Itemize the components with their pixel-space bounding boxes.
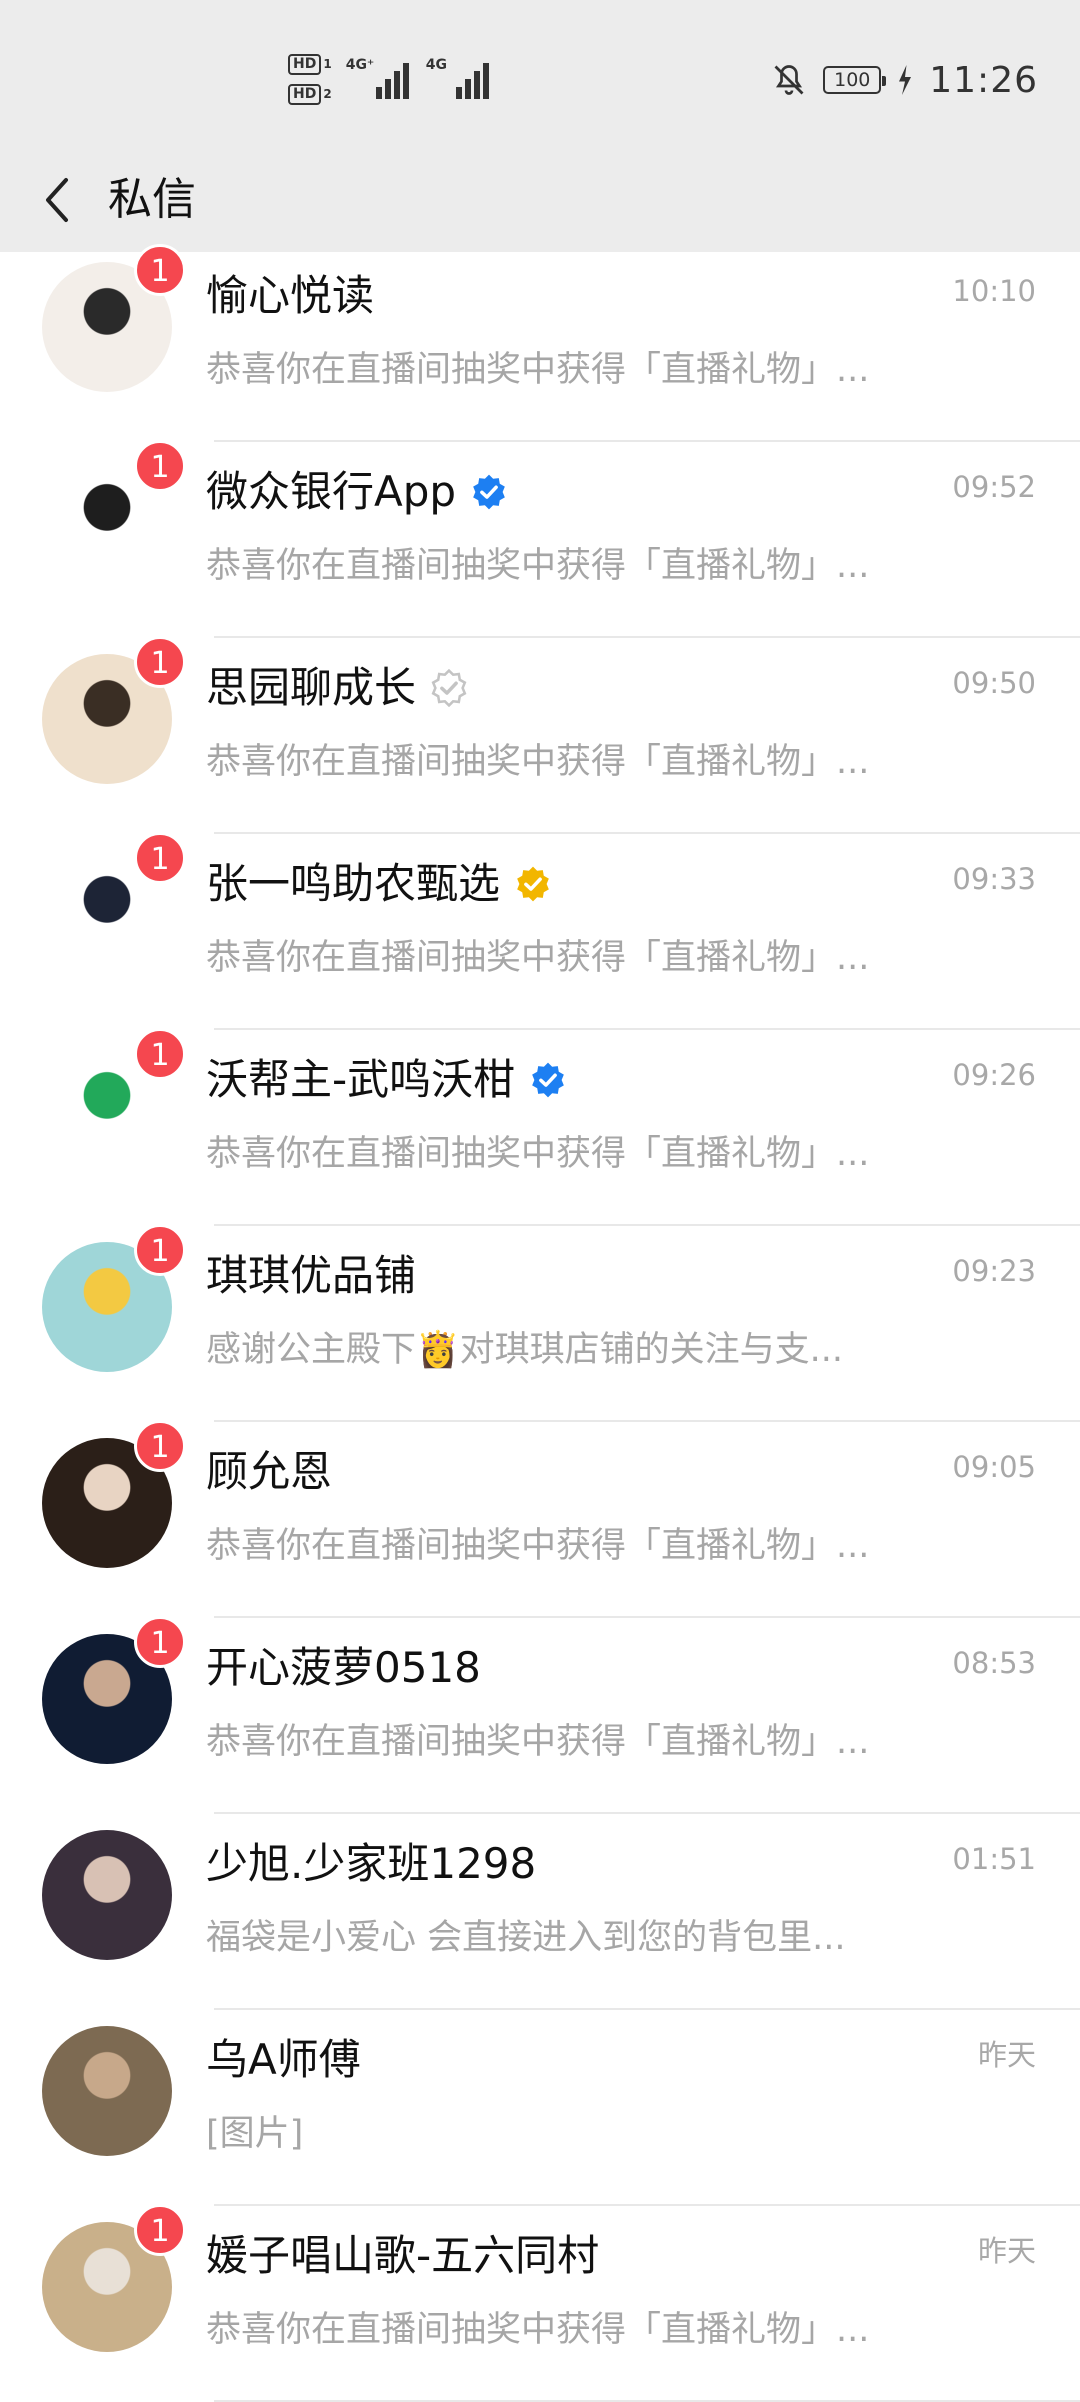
message-time: 09:50 bbox=[952, 666, 1036, 700]
top-bar: HD 1 HD 2 4G⁺ 4G 100 11:26 私信 bbox=[0, 0, 1080, 252]
conversation-name: 开心菠萝0518 bbox=[206, 1638, 481, 1698]
avatar[interactable] bbox=[42, 2026, 172, 2156]
conversation-name: 张一鸣助农甄选 bbox=[206, 854, 552, 914]
unread-badge: 1 bbox=[134, 440, 186, 492]
conversation-name-text: 微众银行App bbox=[206, 467, 457, 516]
conversation-name: 媛子唱山歌-五六同村 bbox=[206, 2226, 599, 2286]
message-time: 01:51 bbox=[952, 1842, 1036, 1876]
charging-icon bbox=[899, 65, 912, 95]
conversation-name: 思园聊成长 bbox=[206, 658, 468, 718]
conversation-name-text: 少旭.少家班1298 bbox=[206, 1839, 537, 1888]
message-preview: 福袋是小爱心 会直接进入到您的背包里... bbox=[206, 1918, 846, 1958]
unread-badge: 1 bbox=[134, 1616, 186, 1668]
conversation-name: 顾允恩 bbox=[206, 1442, 332, 1502]
message-preview: 恭喜你在直播间抽奖中获得「直播礼物」... bbox=[206, 1526, 870, 1566]
clock: 11:26 bbox=[929, 59, 1038, 101]
unread-badge: 1 bbox=[134, 2204, 186, 2256]
message-time: 09:26 bbox=[952, 1058, 1036, 1092]
conversation-row[interactable]: 乌A师傅 昨天 [图片] bbox=[0, 2010, 1080, 2206]
message-preview: [图片] bbox=[206, 2114, 304, 2154]
conversation-name-text: 顾允恩 bbox=[206, 1447, 333, 1496]
conversation-name-text: 思园聊成长 bbox=[206, 663, 417, 712]
conversation-name-text: 媛子唱山歌-五六同村 bbox=[206, 2231, 600, 2280]
message-time: 09:52 bbox=[952, 470, 1036, 504]
conversation-row[interactable]: 1 琪琪优品铺 09:23 感谢公主殿下👸对琪琪店铺的关注与支... bbox=[0, 1224, 1080, 1422]
conversation-name-text: 开心菠萝0518 bbox=[206, 1643, 481, 1692]
back-arrow-icon[interactable] bbox=[36, 170, 86, 230]
signal-icon-1: 4G⁺ bbox=[346, 57, 412, 99]
network-indicators: HD 1 HD 2 4G⁺ 4G bbox=[288, 48, 492, 110]
page-title: 私信 bbox=[108, 174, 196, 225]
unread-badge: 1 bbox=[134, 1420, 186, 1472]
hd-badge-2: HD 2 bbox=[288, 83, 332, 105]
message-time: 昨天 bbox=[977, 2038, 1036, 2072]
message-time: 08:53 bbox=[952, 1646, 1036, 1680]
status-bar: HD 1 HD 2 4G⁺ 4G 100 11:26 bbox=[0, 0, 1080, 150]
avatar[interactable] bbox=[42, 1830, 172, 1960]
conversation-row[interactable]: 少旭.少家班1298 01:51 福袋是小爱心 会直接进入到您的背包里... bbox=[0, 1814, 1080, 2010]
verified-badge-icon bbox=[473, 474, 505, 510]
conversation-row[interactable]: 1 顾允恩 09:05 恭喜你在直播间抽奖中获得「直播礼物」... bbox=[0, 1420, 1080, 1618]
message-preview: 恭喜你在直播间抽奖中获得「直播礼物」... bbox=[206, 2310, 870, 2350]
conversation-name: 琪琪优品铺 bbox=[206, 1246, 416, 1306]
status-right: 100 11:26 bbox=[771, 56, 1038, 104]
unread-badge: 1 bbox=[134, 244, 186, 296]
hd-badge-1: HD 1 bbox=[288, 53, 332, 75]
conversation-row[interactable]: 1 开心菠萝0518 08:53 恭喜你在直播间抽奖中获得「直播礼物」... bbox=[0, 1616, 1080, 1814]
verified-badge-icon bbox=[532, 1062, 564, 1098]
message-time: 昨天 bbox=[977, 2234, 1036, 2268]
message-time: 09:05 bbox=[952, 1450, 1036, 1484]
unread-badge: 1 bbox=[134, 1028, 186, 1080]
unread-badge: 1 bbox=[134, 636, 186, 688]
message-preview: 感谢公主殿下👸对琪琪店铺的关注与支... bbox=[206, 1330, 843, 1370]
message-time: 10:10 bbox=[952, 274, 1036, 308]
conversation-row[interactable]: 1 思园聊成长 09:50 恭喜你在直播间抽奖中获得「直播礼物」... bbox=[0, 636, 1080, 834]
conversation-name: 沃帮主-武鸣沃柑 bbox=[206, 1050, 567, 1110]
verified-badge-icon bbox=[517, 866, 549, 902]
battery-indicator: 100 bbox=[823, 66, 887, 94]
conversation-row[interactable]: 1 张一鸣助农甄选 09:33 恭喜你在直播间抽奖中获得「直播礼物」... bbox=[0, 832, 1080, 1030]
conversation-name: 少旭.少家班1298 bbox=[206, 1834, 536, 1894]
conversation-row[interactable]: 1 微众银行App 09:52 恭喜你在直播间抽奖中获得「直播礼物」... bbox=[0, 440, 1080, 638]
conversation-row[interactable]: 1 媛子唱山歌-五六同村 昨天恭喜你在直播间抽奖中获得「直播礼物」... bbox=[0, 2204, 1080, 2402]
conversation-name-text: 沃帮主-武鸣沃柑 bbox=[206, 1055, 516, 1104]
hd-indicators: HD 1 HD 2 bbox=[288, 53, 332, 105]
message-preview: 恭喜你在直播间抽奖中获得「直播礼物」... bbox=[206, 938, 870, 978]
conversation-row[interactable]: 1 沃帮主-武鸣沃柑 09:26 恭喜你在直播间抽奖中获得「直播礼物」... bbox=[0, 1028, 1080, 1226]
conversation-name: 乌A师傅 bbox=[206, 2030, 361, 2090]
message-preview: 恭喜你在直播间抽奖中获得「直播礼物」... bbox=[206, 546, 870, 586]
signal-icon-2: 4G bbox=[426, 57, 492, 99]
message-preview: 恭喜你在直播间抽奖中获得「直播礼物」... bbox=[206, 1134, 870, 1174]
conversation-name-text: 乌A师傅 bbox=[206, 2035, 361, 2084]
message-preview: 恭喜你在直播间抽奖中获得「直播礼物」... bbox=[206, 1722, 870, 1762]
message-time: 09:33 bbox=[952, 862, 1036, 896]
message-preview: 恭喜你在直播间抽奖中获得「直播礼物」... bbox=[206, 350, 870, 390]
verified-badge-icon bbox=[431, 669, 467, 707]
conversation-name: 微众银行App bbox=[206, 462, 508, 522]
conversation-name-text: 愉心悦读 bbox=[206, 271, 375, 320]
bell-off-icon bbox=[774, 65, 804, 95]
app-header: 私信 bbox=[0, 150, 1080, 252]
unread-badge: 1 bbox=[134, 832, 186, 884]
unread-badge: 1 bbox=[134, 1224, 186, 1276]
message-preview: 恭喜你在直播间抽奖中获得「直播礼物」... bbox=[206, 742, 870, 782]
conversation-name-text: 琪琪优品铺 bbox=[206, 1251, 417, 1300]
message-time: 09:23 bbox=[952, 1254, 1036, 1288]
conversation-name-text: 张一鸣助农甄选 bbox=[206, 859, 501, 908]
conversation-row[interactable]: 1 愉心悦读 10:10 恭喜你在直播间抽奖中获得「直播礼物」... bbox=[0, 244, 1080, 442]
conversation-name: 愉心悦读 bbox=[206, 266, 374, 326]
